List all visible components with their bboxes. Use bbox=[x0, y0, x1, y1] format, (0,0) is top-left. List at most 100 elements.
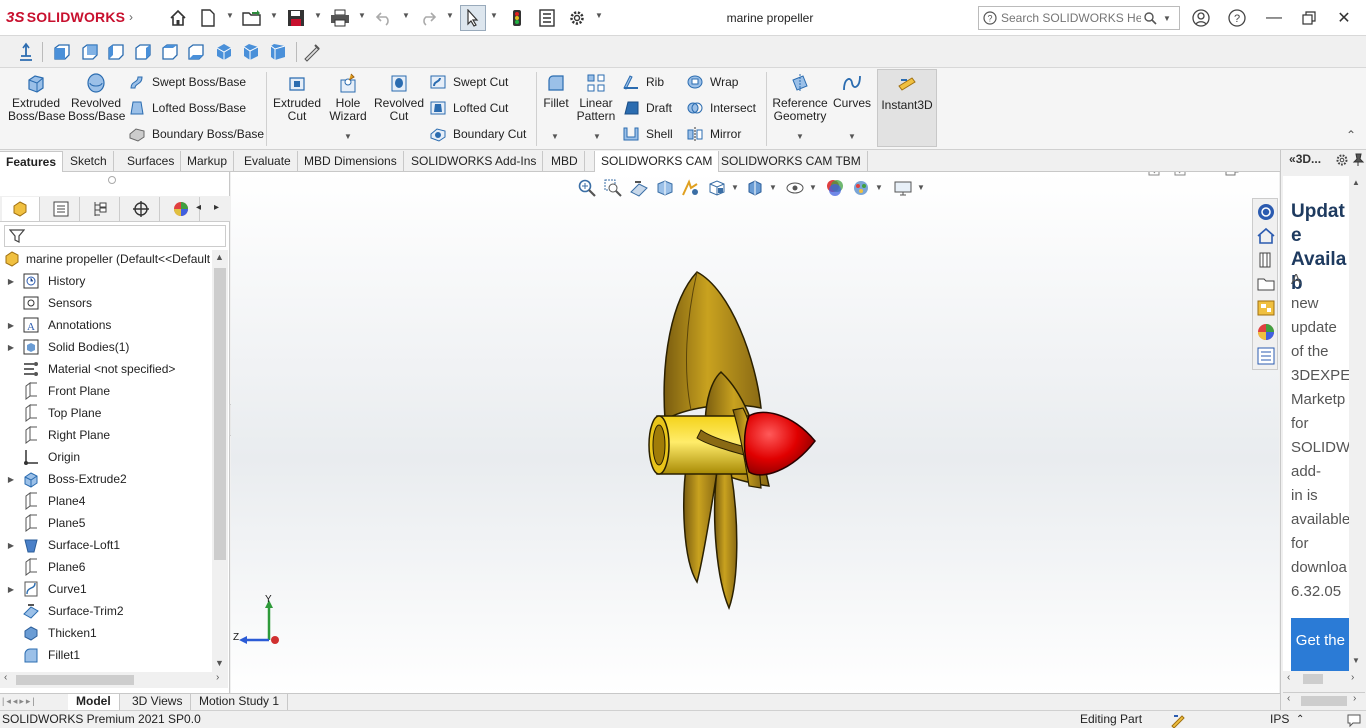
options-gear-icon[interactable] bbox=[567, 8, 587, 28]
tree-item[interactable]: Plane5 bbox=[0, 512, 212, 534]
display-style-chevron-down-icon[interactable]: ▼ bbox=[769, 183, 777, 192]
display-style-icon[interactable] bbox=[745, 178, 765, 198]
tree-item[interactable]: Front Plane bbox=[0, 380, 212, 402]
hide-show-items-icon[interactable] bbox=[785, 178, 805, 198]
tab-features[interactable]: Features bbox=[0, 151, 64, 172]
feature-manager-tab-icon[interactable] bbox=[2, 197, 40, 221]
task-pane-bottom-right-icon[interactable]: › bbox=[1353, 693, 1356, 704]
viewport-next-icon[interactable] bbox=[1174, 172, 1186, 176]
expand-arrow-icon[interactable]: ▶ bbox=[0, 277, 22, 286]
redo-chevron-down-icon[interactable]: ▼ bbox=[446, 11, 454, 20]
dimxpert-manager-tab-icon[interactable] bbox=[122, 197, 160, 221]
tree-item[interactable]: ▶ Curve1 bbox=[0, 578, 212, 600]
solidworks-logo[interactable]: 3S SOLIDWORKS bbox=[6, 9, 125, 26]
view-settings-chevron-down-icon[interactable]: ▼ bbox=[917, 183, 925, 192]
tree-item[interactable]: Origin bbox=[0, 446, 212, 468]
expand-arrow-icon[interactable]: ▶ bbox=[0, 343, 22, 352]
expand-arrow-icon[interactable]: ▶ bbox=[0, 541, 22, 550]
right-view-icon[interactable] bbox=[133, 42, 153, 62]
save-chevron-down-icon[interactable]: ▼ bbox=[314, 11, 322, 20]
file-explorer-folder-icon[interactable] bbox=[1256, 274, 1276, 294]
wrap-button[interactable]: Wrap bbox=[686, 71, 738, 93]
tree-hscroll-thumb[interactable] bbox=[16, 675, 134, 685]
front-view-icon[interactable] bbox=[52, 42, 72, 62]
tree-item[interactable]: Thicken1 bbox=[0, 622, 212, 644]
isometric-view-icon[interactable] bbox=[214, 42, 234, 62]
zoom-to-area-icon[interactable] bbox=[603, 178, 623, 198]
appearances-scenes-icon[interactable] bbox=[1256, 322, 1276, 342]
tab-mbd[interactable]: MBD bbox=[545, 151, 585, 172]
units-chevron-up-icon[interactable]: ⌃ bbox=[1296, 711, 1304, 728]
print-chevron-down-icon[interactable]: ▼ bbox=[358, 11, 366, 20]
feedback-chat-icon[interactable] bbox=[1346, 712, 1362, 728]
reference-geometry-chevron-down-icon[interactable]: ▼ bbox=[796, 132, 804, 141]
task-pane-bottom-thumb[interactable] bbox=[1301, 696, 1347, 706]
task-pane-scroll-up-icon[interactable]: ▲ bbox=[1352, 178, 1360, 187]
status-units[interactable]: IPS bbox=[1270, 711, 1289, 728]
tabs-scroll-left-icon[interactable]: ◂ bbox=[196, 202, 201, 213]
tab-solidworks-cam-tbm[interactable]: SOLIDWORKS CAM TBM bbox=[715, 151, 868, 172]
logo-menu-arrow-icon[interactable]: › bbox=[129, 10, 133, 24]
view-orientation-chevron-down-icon[interactable]: ▼ bbox=[731, 183, 739, 192]
collapse-ribbon-icon[interactable]: ⌃ bbox=[1346, 128, 1356, 142]
section-view-icon[interactable] bbox=[655, 178, 675, 198]
tab-evaluate[interactable]: Evaluate bbox=[238, 151, 298, 172]
print-icon[interactable] bbox=[330, 8, 350, 28]
fillet-chevron-down-icon[interactable]: ▼ bbox=[551, 132, 559, 141]
view-palette-icon[interactable] bbox=[1256, 298, 1276, 318]
rebuild-status-icon[interactable] bbox=[1170, 712, 1186, 728]
tab-3d-views[interactable]: 3D Views bbox=[124, 694, 192, 710]
normal-to-icon[interactable] bbox=[16, 42, 36, 62]
task-pane-hscrollbar[interactable]: ‹ › bbox=[1283, 672, 1365, 686]
draft-button[interactable]: Draft bbox=[622, 97, 672, 119]
home-icon[interactable] bbox=[168, 8, 188, 28]
top-view-icon[interactable] bbox=[160, 42, 180, 62]
boundary-cut-button[interactable]: Boundary Cut bbox=[429, 123, 526, 145]
solidworks-resources-icon[interactable] bbox=[1256, 202, 1276, 222]
tree-item[interactable]: Sensors bbox=[0, 292, 212, 314]
view-orientation-icon[interactable] bbox=[707, 178, 727, 198]
tree-scroll-up-icon[interactable]: ▲ bbox=[215, 252, 224, 262]
linear-pattern-chevron-down-icon[interactable]: ▼ bbox=[593, 132, 601, 141]
zoom-to-fit-icon[interactable] bbox=[577, 178, 597, 198]
mirror-button[interactable]: Mirror bbox=[686, 123, 741, 145]
get-update-button[interactable]: Get the bbox=[1291, 618, 1349, 671]
options-chevron-down-icon[interactable]: ▼ bbox=[595, 11, 603, 20]
left-view-icon[interactable] bbox=[106, 42, 126, 62]
minimize-icon[interactable]: — bbox=[1260, 6, 1288, 30]
rebuild-traffic-light-icon[interactable] bbox=[507, 8, 527, 28]
help-search-input[interactable] bbox=[1001, 11, 1141, 25]
linear-pattern-button[interactable]: Linear Pattern bbox=[576, 72, 616, 123]
dynamic-annotation-views-icon[interactable] bbox=[681, 178, 701, 198]
viewport-restore-icon[interactable] bbox=[1225, 172, 1239, 176]
undo-icon[interactable] bbox=[374, 8, 394, 28]
dimetric-view-icon[interactable] bbox=[268, 42, 288, 62]
tree-item[interactable]: Material <not specified> bbox=[0, 358, 212, 380]
task-pane-vscrollbar[interactable]: ▲ ▼ bbox=[1350, 176, 1364, 671]
bottom-view-icon[interactable] bbox=[186, 42, 206, 62]
task-pane-collapse-icon[interactable]: « bbox=[1289, 152, 1296, 166]
select-arrow-icon[interactable] bbox=[460, 5, 486, 31]
tab-markup[interactable]: Markup bbox=[181, 151, 235, 172]
3dexperience-home-icon[interactable] bbox=[1256, 226, 1276, 246]
tree-scrollbar-thumb[interactable] bbox=[214, 268, 226, 560]
restore-icon[interactable] bbox=[1295, 6, 1323, 30]
tab-solidworks-add-ins[interactable]: SOLIDWORKS Add-Ins bbox=[405, 151, 544, 172]
rib-button[interactable]: Rib bbox=[622, 71, 664, 93]
hole-wizard-chevron-down-icon[interactable]: ▼ bbox=[344, 132, 352, 141]
help-search-box[interactable]: ? ▼ bbox=[978, 6, 1180, 30]
back-view-icon[interactable] bbox=[80, 42, 100, 62]
tree-item[interactable]: Fillet1 bbox=[0, 644, 212, 666]
help-icon[interactable]: ? bbox=[1227, 8, 1247, 28]
edit-appearance-icon[interactable] bbox=[825, 178, 845, 198]
measure-icon[interactable] bbox=[302, 42, 322, 62]
expand-arrow-icon[interactable]: ▶ bbox=[0, 585, 22, 594]
open-chevron-down-icon[interactable]: ▼ bbox=[270, 11, 278, 20]
search-chevron-down-icon[interactable]: ▼ bbox=[1163, 14, 1171, 23]
fillet-button[interactable]: Fillet bbox=[540, 72, 572, 110]
tab-model[interactable]: Model bbox=[68, 694, 120, 710]
tree-scroll-right-icon[interactable]: › bbox=[216, 672, 219, 683]
instant3d-button[interactable]: Instant3D bbox=[877, 69, 937, 147]
tab-solidworks-cam[interactable]: SOLIDWORKS CAM bbox=[594, 151, 720, 172]
model-tabs-nav-arrows-icon[interactable]: |◂◂▸▸| bbox=[2, 696, 37, 707]
